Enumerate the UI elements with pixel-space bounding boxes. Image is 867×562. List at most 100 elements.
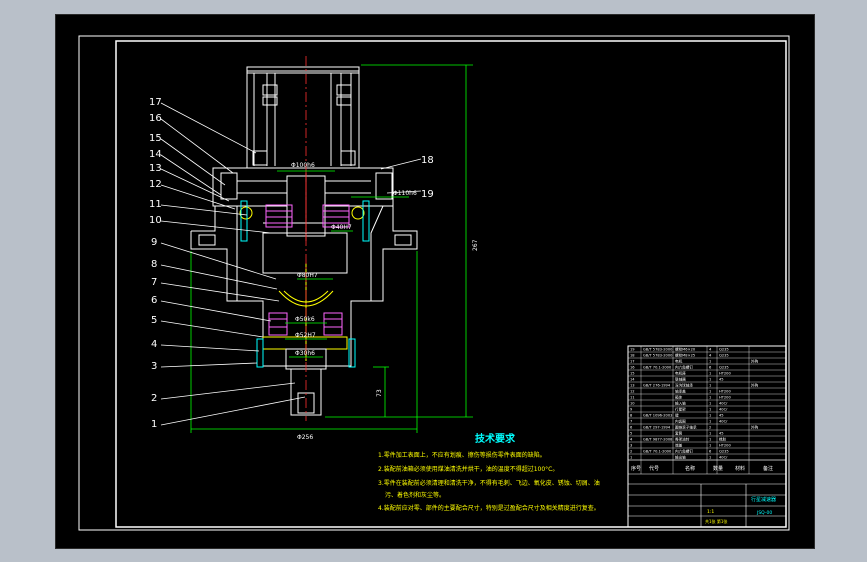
parts-cell-mat: HT200 xyxy=(719,396,731,400)
parts-row: 18 GB/T 5783-2000 螺栓M8×25 4 Q235 xyxy=(630,353,729,358)
parts-cell-no: 7 xyxy=(630,420,632,424)
parts-cell-name: 圆锥滚子轴承 xyxy=(675,425,697,430)
parts-cell-name: 轴承盖 xyxy=(675,389,686,394)
parts-cell-mat: 40Cr xyxy=(719,402,728,406)
dim-base-width: Φ256 xyxy=(297,434,313,441)
parts-row: 1 输出轴 1 40Cr xyxy=(630,455,728,460)
parts-cell-mat: Q235 xyxy=(719,354,729,358)
parts-row: 3 端盖 1 HT200 xyxy=(630,443,731,448)
header-code: 代号 xyxy=(649,465,659,472)
callouts-left: 17 16 15 14 13 12 11 10 9 8 7 6 5 4 3 2 … xyxy=(149,97,162,430)
parts-cell-no: 14 xyxy=(630,378,635,382)
parts-cell-code: GB/T 70.1-2000 xyxy=(643,366,672,370)
tech-line-5: 4.装配前应对零、部件的主要配合尺寸，特别是过盈配合尺寸及相关精度进行复查。 xyxy=(378,504,600,512)
parts-row: 5 套筒 1 45 xyxy=(630,431,724,436)
parts-cell-code: GB/T 1096-2003 xyxy=(643,414,672,418)
callout-6: 6 xyxy=(151,295,157,306)
title-block: 19 GB/T 5783-2000 螺栓M6×20 4 Q23518 GB/T 5783-… xyxy=(627,345,787,528)
drawing-number: JSQ-00 xyxy=(756,510,772,516)
callout-18: 18 xyxy=(421,155,434,166)
parts-cell-name: 键 xyxy=(675,413,679,418)
dim-right-fit: Φ110h6 xyxy=(393,190,417,197)
tech-line-2: 2.装配前油箱必须使用煤油清洗并烘干，油的温度不得超过100°C。 xyxy=(378,465,558,473)
header-qty: 数量 xyxy=(713,465,723,472)
parts-cell-note: 外购 xyxy=(751,383,759,388)
parts-cell-no: 17 xyxy=(630,360,635,364)
drawing-title: 行星减速器 xyxy=(751,496,776,503)
parts-cell-qty: 1 xyxy=(709,390,711,394)
parts-cell-qty: 1 xyxy=(709,414,711,418)
callout-2: 2 xyxy=(151,393,157,404)
dim-height-total: 267 xyxy=(472,239,479,251)
header-mat: 材料 xyxy=(735,465,745,472)
parts-row: 8 GB/T 1096-2003 键 1 45 xyxy=(630,413,724,418)
parts-cell-no: 10 xyxy=(630,402,635,406)
parts-cell-mat: 40Cr xyxy=(719,420,728,424)
parts-row: 15 电机座 1 HT200 xyxy=(630,371,731,376)
parts-row: 6 GB/T 297-1994 圆锥滚子轴承 2 外购 xyxy=(630,425,759,430)
cad-drawing: 17 16 15 14 13 12 11 10 9 8 7 6 5 4 3 2 … xyxy=(78,35,790,531)
parts-cell-mat: HT200 xyxy=(719,390,731,394)
parts-cell-qty: 4 xyxy=(709,348,712,352)
parts-cell-mat: HT200 xyxy=(719,444,731,448)
callout-4: 4 xyxy=(151,339,157,350)
parts-cell-code: GB/T 70.1-2000 xyxy=(643,450,672,454)
header-note: 备注 xyxy=(763,465,773,472)
parts-cell-code: GB/T 9877-2008 xyxy=(643,438,673,442)
drawing-sheet: 共1张 第1张 xyxy=(705,518,727,524)
parts-cell-qty: 6 xyxy=(709,366,712,370)
motor-mount xyxy=(212,167,394,241)
parts-cell-mat: 45 xyxy=(719,378,724,382)
parts-row: 10 输入轴 1 40Cr xyxy=(630,401,728,406)
cad-viewport[interactable]: 17 16 15 14 13 12 11 10 9 8 7 6 5 4 3 2 … xyxy=(55,14,815,549)
callout-3: 3 xyxy=(151,361,157,372)
callout-12: 12 xyxy=(149,179,162,190)
drawing-scale: 1:1 xyxy=(707,509,714,515)
parts-cell-qty: 1 xyxy=(709,408,711,412)
parts-row: 2 GB/T 70.1-2000 内六角螺钉 6 Q235 xyxy=(630,449,729,454)
parts-cell-name: 联轴器 xyxy=(675,377,686,382)
callout-13: 13 xyxy=(149,163,162,174)
parts-cell-qty: 1 xyxy=(709,396,711,400)
parts-cell-qty: 6 xyxy=(709,450,712,454)
parts-cell-name: 内齿圈 xyxy=(675,419,686,424)
tech-requirements: 技术要求 1.零件加工表面上，不应有划痕、擦伤等损伤零件表面的缺陷。 2.装配前… xyxy=(378,432,600,512)
parts-cell-note: 外购 xyxy=(751,359,759,364)
parts-cell-qty: 1 xyxy=(709,456,711,460)
parts-cell-name: 套筒 xyxy=(675,431,683,436)
assembly-view xyxy=(190,56,418,421)
parts-cell-no: 2 xyxy=(630,450,632,454)
parts-cell-no: 6 xyxy=(630,426,633,430)
parts-cell-qty: 1 xyxy=(709,402,711,406)
callout-9: 9 xyxy=(151,237,157,248)
parts-cell-no: 13 xyxy=(630,384,635,388)
callout-10: 10 xyxy=(149,215,162,226)
parts-row: 13 GB/T 276-1994 深沟球轴承 1 外购 xyxy=(630,383,759,388)
parts-cell-qty: 1 xyxy=(709,384,711,388)
parts-cell-mat: 45 xyxy=(719,414,724,418)
parts-cell-qty: 1 xyxy=(709,432,711,436)
dim-motor-flange: Φ100h6 xyxy=(291,162,315,169)
parts-cell-name: 深沟球轴承 xyxy=(675,383,693,388)
parts-cell-name: 输出轴 xyxy=(675,455,686,460)
parts-cell-qty: 1 xyxy=(709,372,711,376)
dim-bearing-fit: Φ50k6 xyxy=(295,316,315,323)
callout-1: 1 xyxy=(151,419,157,430)
parts-cell-name: 电机 xyxy=(675,359,683,364)
parts-cell-name: 内六角螺钉 xyxy=(675,449,693,454)
callout-14: 14 xyxy=(149,149,162,160)
parts-cell-name: 端盖 xyxy=(675,443,683,448)
callout-15: 15 xyxy=(149,133,162,144)
dim-shaft-fit: Φ52H7 xyxy=(295,332,316,339)
parts-cell-no: 19 xyxy=(630,348,635,352)
parts-cell-name: 行星架 xyxy=(675,407,686,412)
tech-line-4: 污、着色剂和灰尘等。 xyxy=(385,491,445,499)
dim-inner-fit: Φ80H7 xyxy=(297,272,318,279)
parts-row: 16 GB/T 70.1-2000 内六角螺钉 6 Q235 xyxy=(630,365,729,370)
parts-cell-no: 8 xyxy=(630,414,633,418)
parts-row: 19 GB/T 5783-2000 螺栓M6×20 4 Q235 xyxy=(630,347,729,352)
parts-cell-no: 16 xyxy=(630,366,635,370)
callout-11: 11 xyxy=(149,199,162,210)
parts-cell-mat: 45 xyxy=(719,432,724,436)
parts-cell-qty: 1 xyxy=(709,438,711,442)
